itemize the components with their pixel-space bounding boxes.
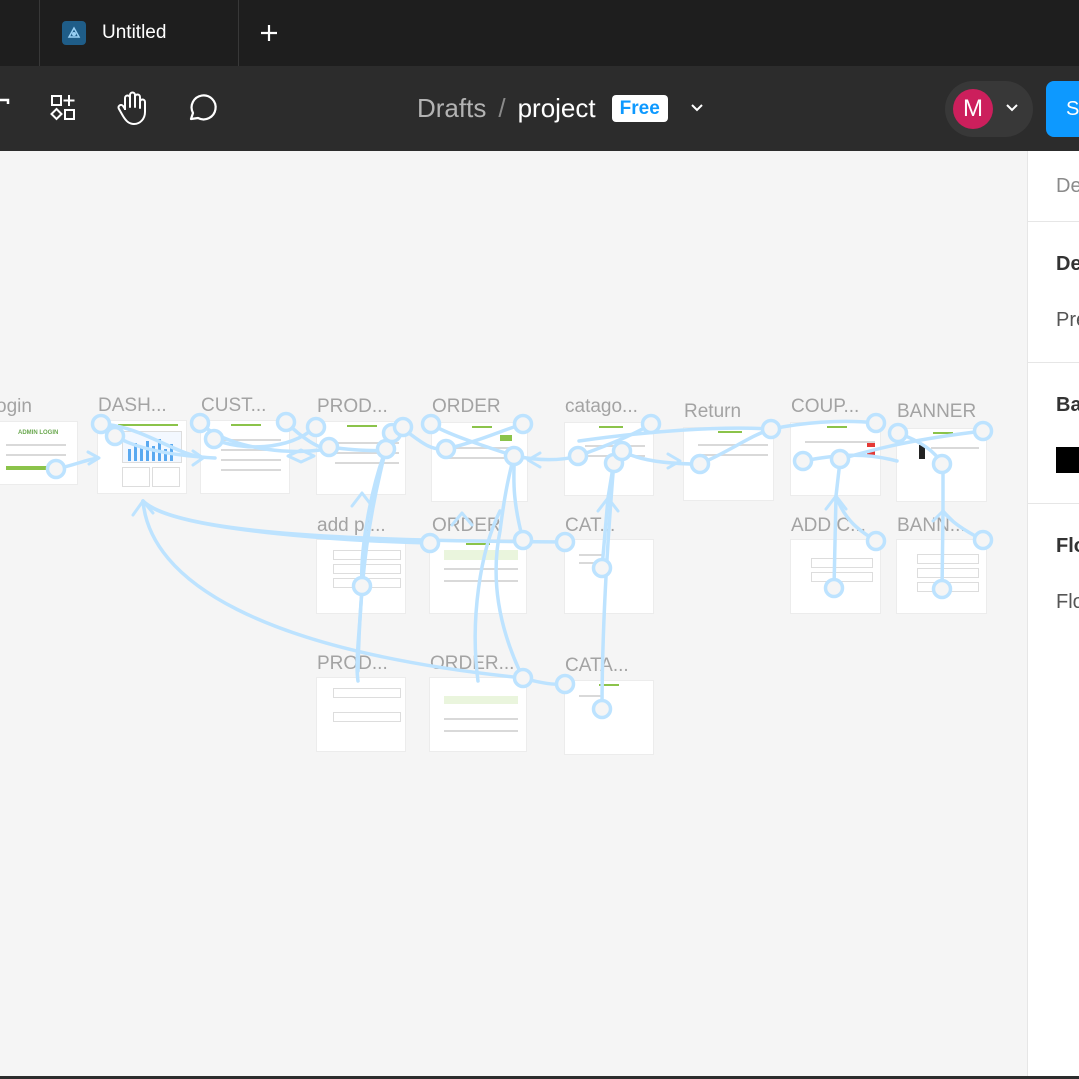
title-bar: Untitled	[0, 0, 1079, 67]
share-button[interactable]: S	[1046, 81, 1079, 137]
plan-badge[interactable]: Free	[611, 94, 668, 122]
design-canvas[interactable]: ogin DASH... CUST... PROD... ORDER catag…	[0, 151, 1027, 1076]
tab-divider	[238, 0, 239, 66]
flow-heading: Flo	[1056, 535, 1079, 557]
breadcrumb-separator: /	[498, 92, 506, 123]
move-tool-partial[interactable]	[0, 88, 18, 128]
cursor-icon	[0, 98, 10, 104]
design-panel: De De Pre Ba Flo Flo	[1027, 151, 1079, 1076]
panel-divider	[1028, 362, 1079, 363]
new-tab-button[interactable]	[255, 19, 283, 47]
user-menu[interactable]: M	[945, 81, 1033, 137]
section-heading: De	[1056, 253, 1079, 275]
file-tab[interactable]: Untitled	[40, 0, 238, 66]
flow-item[interactable]: Flo	[1056, 591, 1079, 614]
components-icon	[50, 95, 75, 121]
background-heading: Ba	[1056, 394, 1079, 416]
avatar: M	[953, 89, 993, 129]
plus-icon	[261, 25, 277, 41]
prototype-setting[interactable]: Pre	[1056, 309, 1079, 332]
comment-icon	[189, 94, 217, 121]
resources-tool[interactable]	[44, 88, 84, 128]
panel-divider	[1028, 221, 1079, 222]
project-menu-button[interactable]	[690, 103, 704, 113]
hand-icon	[117, 91, 146, 125]
hand-tool[interactable]	[112, 88, 152, 128]
figma-file-icon	[62, 21, 86, 45]
breadcrumb: Drafts / project Free	[417, 92, 704, 124]
toolbar: Drafts / project Free M S	[0, 66, 1079, 151]
breadcrumb-project[interactable]: project	[518, 93, 596, 124]
comment-tool[interactable]	[182, 88, 222, 128]
tab-title: Untitled	[102, 22, 167, 43]
breadcrumb-drafts[interactable]: Drafts	[417, 93, 486, 124]
chevron-down-icon	[1006, 104, 1018, 112]
design-tab[interactable]: De	[1056, 175, 1079, 198]
background-color-swatch[interactable]	[1056, 447, 1079, 473]
chevron-down-icon	[691, 104, 703, 112]
prototype-connections	[45, 411, 994, 720]
panel-divider	[1028, 503, 1079, 504]
